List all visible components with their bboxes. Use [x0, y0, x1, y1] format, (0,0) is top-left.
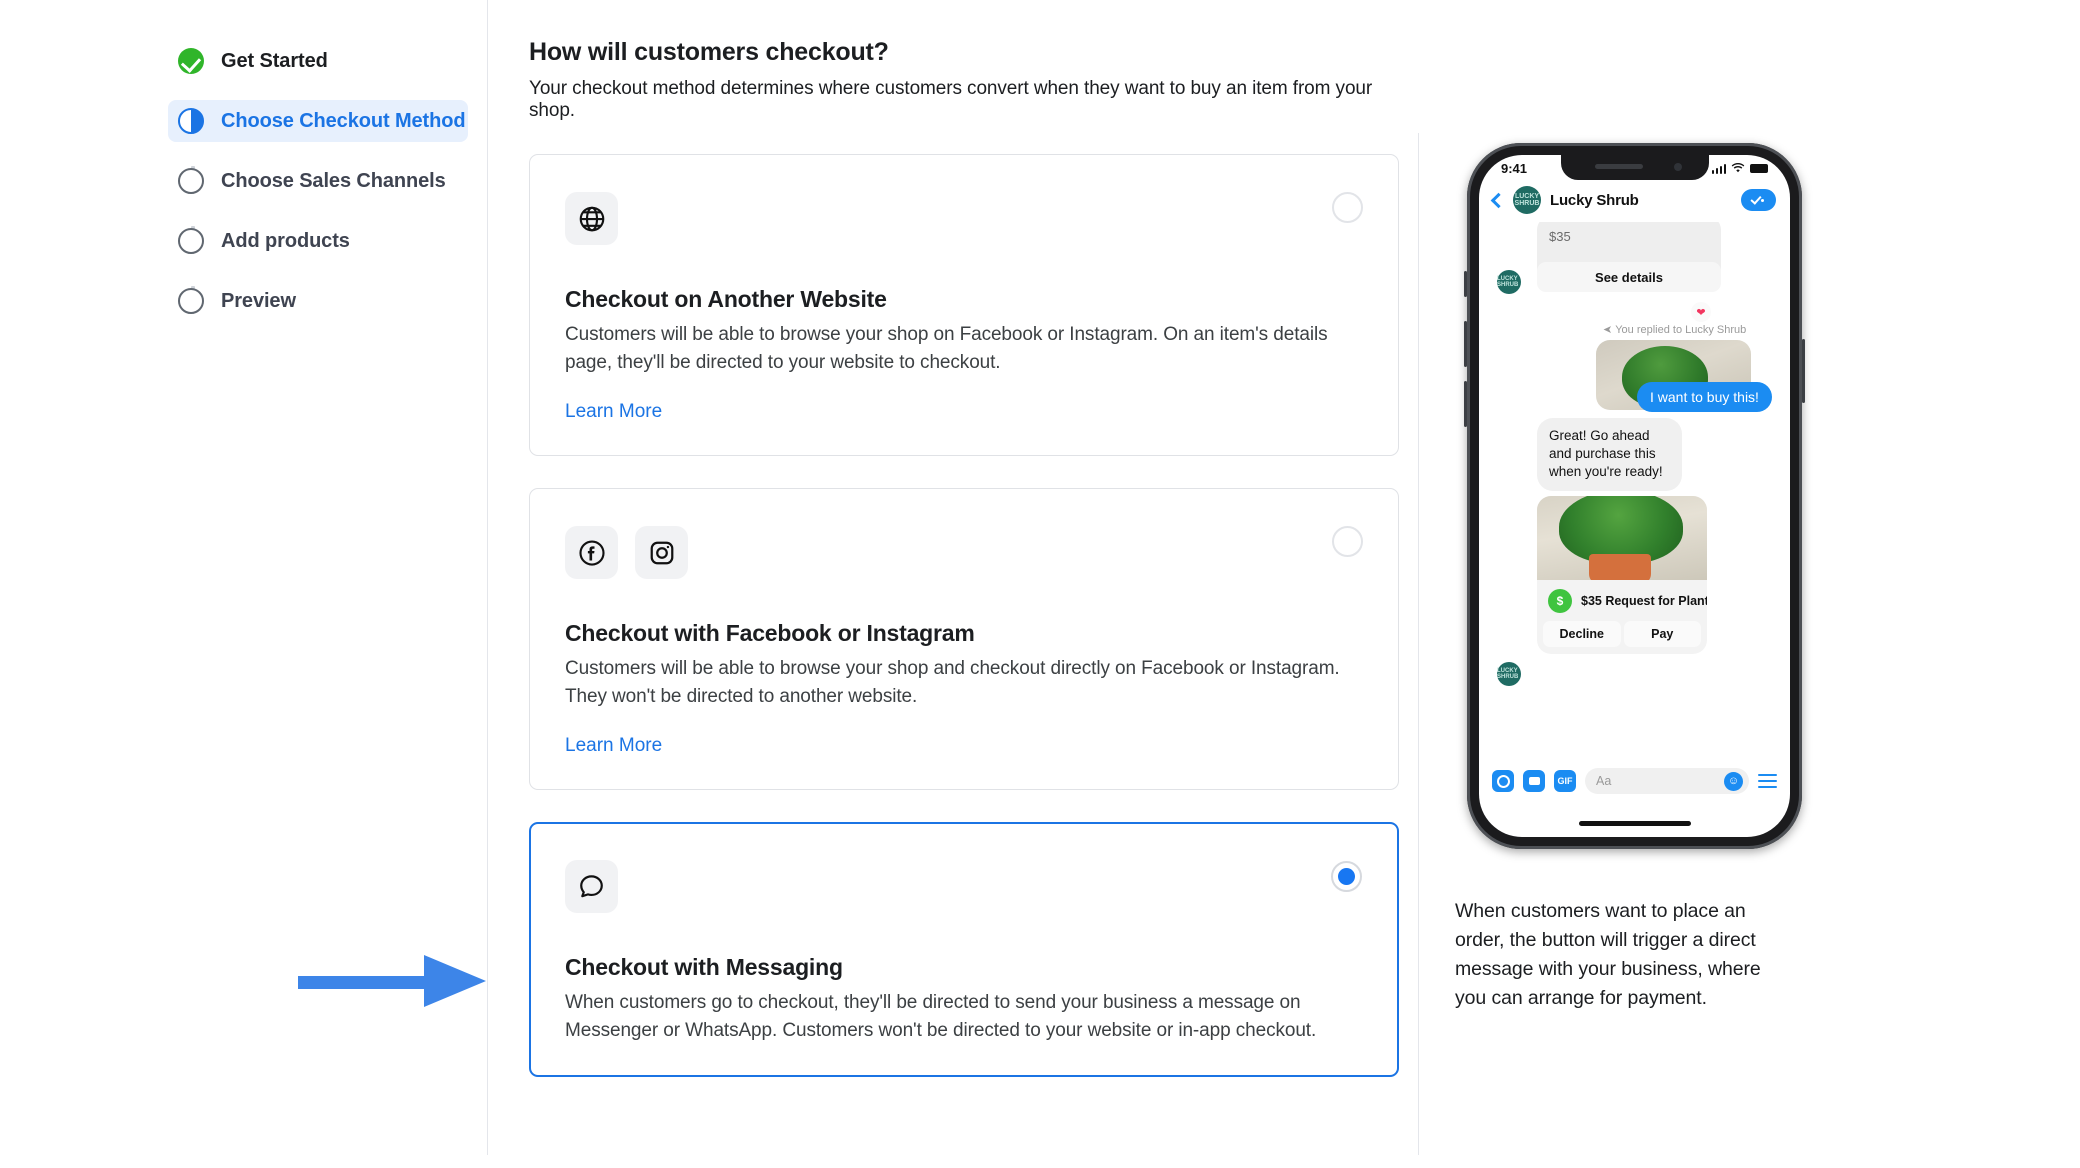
status-bar: 9:41	[1479, 155, 1790, 182]
phone-mockup: 9:41 LUCKY SHRUB Lucky Shrub $35 See det…	[1464, 143, 1805, 849]
see-details-button[interactable]: See details	[1537, 262, 1721, 292]
sidebar-item-preview[interactable]: Preview	[168, 280, 468, 322]
option-icon-row	[565, 192, 1363, 245]
photo-gallery-icon[interactable]	[1523, 770, 1545, 792]
option-icon-row	[565, 860, 1363, 914]
arrow-shaft	[298, 976, 428, 989]
sidebar-item-label: Choose Sales Channels	[221, 169, 446, 192]
status-indicators	[1711, 163, 1768, 174]
reply-arrow-icon: ➤	[1603, 324, 1613, 336]
sidebar-item-add-products[interactable]: Add products	[168, 220, 468, 262]
learn-more-link[interactable]: Learn More	[565, 735, 662, 757]
cellular-signal-icon	[1711, 163, 1726, 174]
facebook-icon	[565, 526, 618, 580]
sender-avatar: LUCKY SHRUB	[1497, 270, 1521, 294]
verified-badge	[1741, 189, 1776, 211]
product-price: $35	[1549, 229, 1571, 244]
message-bubble-icon	[565, 860, 618, 914]
back-chevron-icon[interactable]	[1490, 192, 1507, 208]
chat-header: LUCKY SHRUB Lucky Shrub	[1479, 182, 1790, 222]
main-content: How will customers checkout? Your checko…	[529, 38, 1399, 1109]
wifi-icon	[1731, 163, 1745, 173]
phone-volume-down-button	[1464, 381, 1467, 427]
step-pending-icon	[178, 168, 204, 194]
checkout-option-list: Checkout on Another Website Customers wi…	[529, 154, 1399, 1078]
phone-volume-up-button	[1464, 321, 1467, 367]
gif-icon[interactable]: GIF	[1554, 770, 1576, 792]
camera-icon[interactable]	[1492, 770, 1514, 792]
option-description: When customers go to checkout, they'll b…	[565, 992, 1317, 1041]
radio-another-website[interactable]	[1332, 192, 1363, 223]
sidebar-item-label: Choose Checkout Method	[221, 109, 466, 132]
payment-request-card: $ $35 Request for Plant Decline Pay	[1537, 496, 1707, 654]
chat-message-list: $35 See details LUCKY SHRUB ❤ ➤ You repli…	[1479, 222, 1790, 762]
radio-messaging[interactable]	[1331, 861, 1362, 893]
sidebar-item-choose-sales-channels[interactable]: Choose Sales Channels	[168, 160, 468, 202]
payment-request-row: $ $35 Request for Plant	[1537, 580, 1707, 621]
preview-caption: When customers want to place an order, t…	[1455, 900, 1761, 1009]
shop-avatar: LUCKY SHRUB	[1513, 186, 1541, 214]
arrow-head	[424, 955, 486, 1007]
wizard-stepper: Get Started Choose Checkout Method Choos…	[168, 40, 468, 322]
option-title: Checkout with Messaging	[565, 954, 843, 981]
sidebar-item-label: Preview	[221, 289, 296, 312]
option-title: Checkout on Another Website	[565, 286, 887, 312]
checkout-option-another-website[interactable]: Checkout on Another Website Customers wi…	[529, 154, 1399, 457]
phone-mute-switch	[1464, 271, 1467, 297]
sender-avatar: LUCKY SHRUB	[1497, 662, 1521, 686]
pay-button[interactable]: Pay	[1623, 621, 1701, 647]
option-title: Checkout with Facebook or Instagram	[565, 620, 975, 647]
menu-icon[interactable]	[1758, 773, 1777, 789]
step-pending-icon	[178, 228, 204, 254]
incoming-message-bubble: Great! Go ahead and purchase this when y…	[1537, 418, 1682, 491]
step-complete-icon	[178, 48, 204, 74]
globe-icon	[565, 192, 618, 245]
emoji-icon[interactable]: ☺	[1724, 771, 1743, 791]
radio-facebook-instagram[interactable]	[1332, 526, 1363, 558]
checkout-option-facebook-instagram[interactable]: Checkout with Facebook or Instagram Cust…	[529, 488, 1399, 791]
learn-more-link[interactable]: Learn More	[565, 401, 662, 423]
message-composer: GIF Aa ☺	[1479, 759, 1790, 803]
status-time: 9:41	[1501, 161, 1528, 176]
page-subtitle: Your checkout method determines where cu…	[529, 78, 1373, 121]
phone-power-button	[1802, 339, 1805, 403]
sidebar-item-choose-checkout-method[interactable]: Choose Checkout Method	[168, 100, 468, 142]
battery-icon	[1750, 164, 1768, 173]
option-description: Customers will be able to browse your sh…	[565, 324, 1328, 373]
preview-divider	[1418, 133, 1419, 1155]
decline-button[interactable]: Decline	[1543, 621, 1621, 647]
checkout-option-messaging[interactable]: Checkout with Messaging When customers g…	[529, 822, 1399, 1078]
heart-reaction-icon: ❤	[1691, 302, 1711, 322]
phone-screen: 9:41 LUCKY SHRUB Lucky Shrub $35 See det…	[1479, 155, 1790, 837]
preview-panel: 9:41 LUCKY SHRUB Lucky Shrub $35 See det…	[1455, 143, 1855, 1012]
sidebar-item-label: Add products	[221, 229, 350, 252]
payment-request-label: $35 Request for Plant	[1581, 594, 1707, 608]
option-description: Customers will be able to browse your sh…	[565, 658, 1340, 707]
step-pending-icon	[178, 288, 204, 314]
chat-shop-name: Lucky Shrub	[1550, 191, 1639, 209]
message-input-placeholder: Aa	[1596, 774, 1612, 788]
money-icon: $	[1548, 589, 1572, 613]
reply-context-label: ➤ You replied to Lucky Shrub	[1603, 324, 1747, 336]
page-title: How will customers checkout?	[529, 38, 889, 66]
outgoing-message-bubble: I want to buy this!	[1637, 382, 1772, 412]
payment-action-row: Decline Pay	[1537, 621, 1707, 654]
home-indicator	[1578, 821, 1691, 826]
option-icon-row	[565, 526, 1363, 580]
sidebar-item-get-started[interactable]: Get Started	[168, 40, 468, 82]
checkout-method-wizard-page: Get Started Choose Checkout Method Choos…	[0, 0, 2080, 1168]
step-current-icon	[178, 108, 204, 134]
plant-product-image	[1537, 496, 1707, 580]
instagram-icon	[635, 526, 688, 580]
right-arrow-annotation	[298, 955, 488, 1007]
sidebar-item-label: Get Started	[221, 49, 328, 72]
message-input[interactable]: Aa ☺	[1585, 768, 1749, 794]
